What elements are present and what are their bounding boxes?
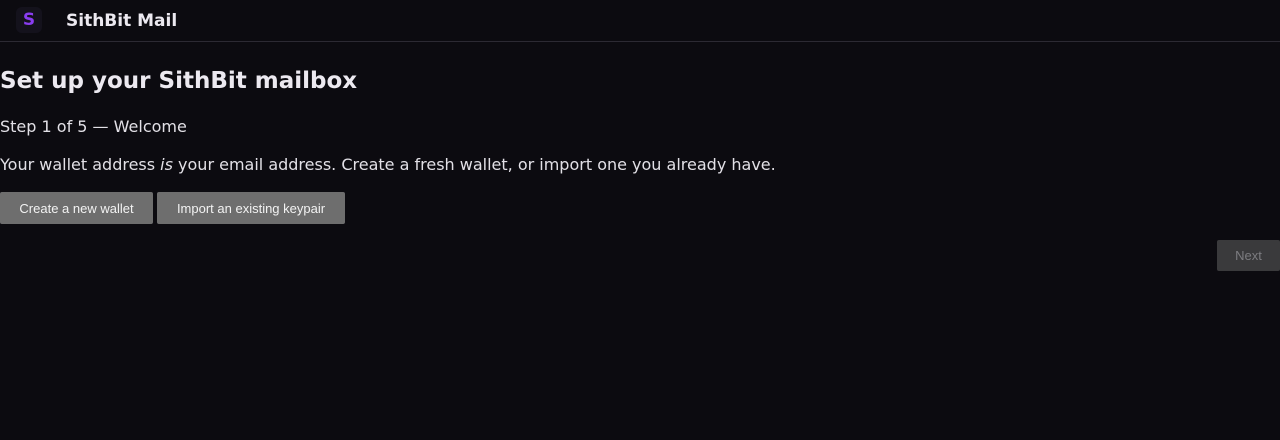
intro-text: Your wallet address is your email addres… <box>0 155 776 175</box>
import-keypair-button[interactable]: Import an existing keypair <box>157 192 345 224</box>
intro-text-part-2: your email address. Create a fresh walle… <box>172 155 776 174</box>
sithbit-logo-icon: S <box>16 7 42 33</box>
logo-glyph: S <box>22 9 36 30</box>
intro-text-part-1: Your wallet address <box>0 155 161 174</box>
step-indicator: Step 1 of 5 — Welcome <box>0 117 187 136</box>
intro-text-emphasis: is <box>160 155 173 174</box>
page-title: Set up your SithBit mailbox <box>0 68 358 94</box>
app-title: SithBit Mail <box>66 11 178 31</box>
create-wallet-button[interactable]: Create a new wallet <box>0 192 153 224</box>
next-button[interactable]: Next <box>1217 240 1280 271</box>
app-header: S SithBit Mail <box>0 0 1280 42</box>
